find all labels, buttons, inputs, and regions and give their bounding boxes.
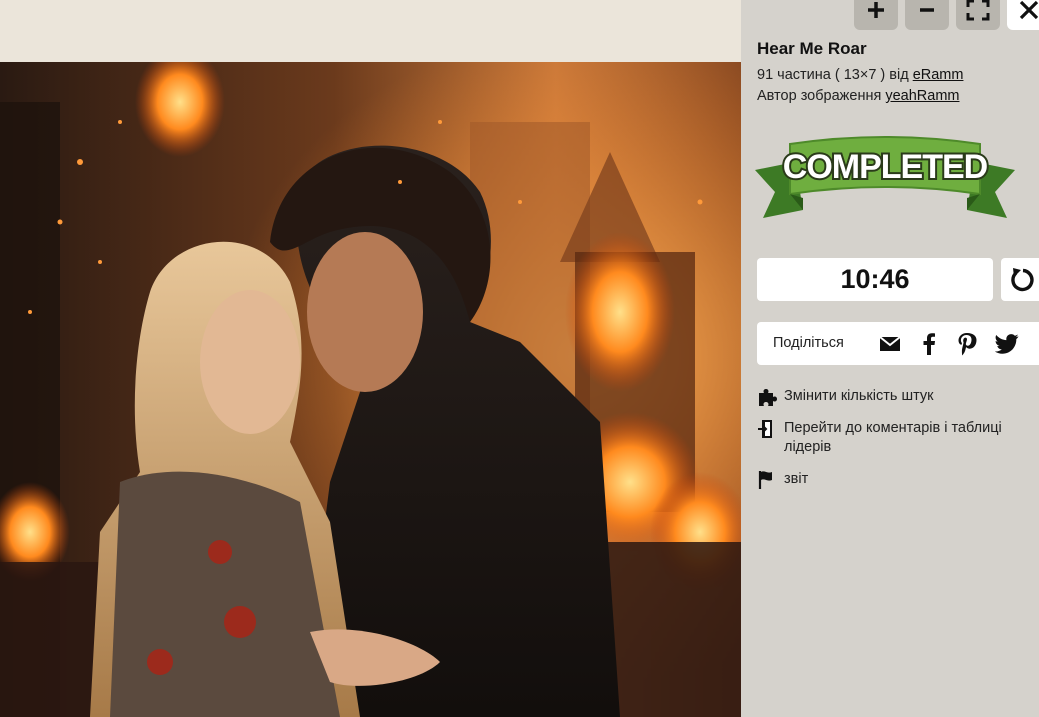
pieces-info-text: 91 частина ( 13×7 ) від: [757, 67, 913, 83]
timer: 10:46: [757, 258, 993, 301]
report-link[interactable]: звіт: [757, 470, 808, 489]
pinterest-share-button[interactable]: [955, 332, 979, 356]
zoom-in-icon: [868, 2, 884, 18]
zoom-out-button[interactable]: [905, 0, 949, 30]
comments-leaderboard-link[interactable]: Перейти до коментарів і таблиці лідерів: [757, 419, 1017, 457]
close-button[interactable]: [1007, 0, 1039, 30]
image-author-info: Автор зображення yeahRamm: [757, 88, 959, 104]
restart-icon: [1011, 267, 1034, 291]
zoom-out-icon: [920, 8, 934, 12]
flag-icon: [758, 471, 772, 489]
puzzle-top-margin: [0, 0, 741, 62]
sidebar: Hear Me Roar 91 частина ( 13×7 ) від eRa…: [741, 0, 1039, 717]
share-label: Поділіться: [773, 335, 844, 351]
puzzle-image[interactable]: [0, 62, 741, 717]
fullscreen-button[interactable]: [956, 0, 1000, 30]
author-link[interactable]: eRamm: [913, 67, 964, 83]
twitter-share-button[interactable]: [995, 332, 1019, 356]
completed-banner-text: COMPLETED: [783, 148, 988, 186]
email-icon: [879, 336, 901, 351]
image-author-text: Автор зображення: [757, 88, 886, 104]
comments-leaderboard-label: Перейти до коментарів і таблиці лідерів: [784, 420, 1002, 455]
door-exit-icon: [758, 420, 772, 438]
completed-banner: COMPLETED: [755, 136, 1015, 218]
puzzle-piece-icon: [759, 389, 777, 406]
email-share-button[interactable]: [878, 332, 902, 356]
share-panel: Поділіться: [757, 322, 1039, 365]
fullscreen-icon: [966, 0, 990, 21]
puzzle-title: Hear Me Roar: [757, 39, 867, 58]
change-pieces-link[interactable]: Змінити кількість штук: [757, 387, 933, 406]
close-icon: [1019, 0, 1039, 20]
restart-button[interactable]: [1001, 258, 1039, 301]
facebook-share-button[interactable]: [917, 332, 941, 356]
image-author-link[interactable]: yeahRamm: [885, 88, 959, 104]
puzzle-artwork: [0, 62, 741, 717]
change-pieces-label: Змінити кількість штук: [784, 388, 934, 404]
facebook-icon: [923, 333, 935, 355]
pinterest-icon: [958, 333, 977, 356]
twitter-icon: [995, 334, 1019, 354]
pieces-info: 91 частина ( 13×7 ) від eRamm: [757, 67, 963, 83]
zoom-in-button[interactable]: [854, 0, 898, 30]
